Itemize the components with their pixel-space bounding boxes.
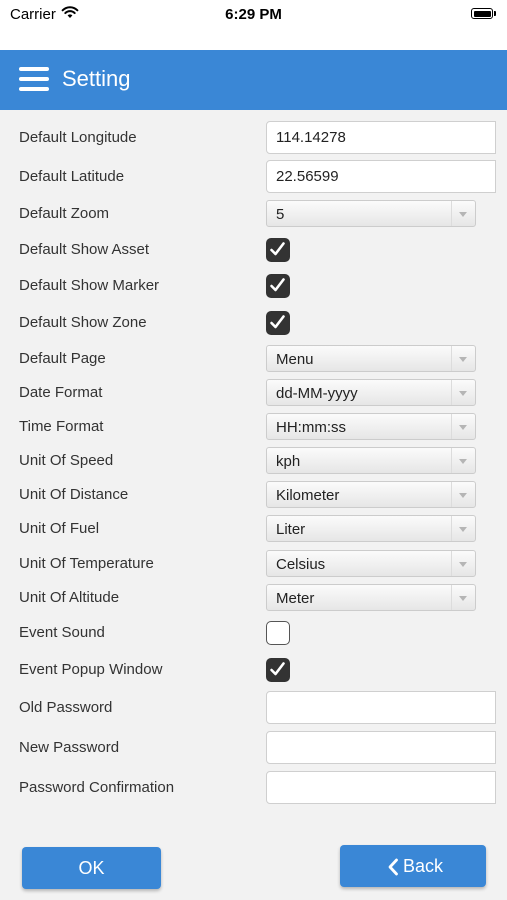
chevron-down-icon [451, 346, 475, 371]
page-title: Setting [62, 66, 131, 91]
longitude-input[interactable]: 114.14278 [266, 121, 496, 154]
time-format-value: HH:mm:ss [276, 419, 346, 436]
event-sound-checkbox[interactable] [266, 621, 290, 645]
password-confirmation-input[interactable] [266, 771, 496, 804]
unit-of-temperature-select[interactable]: Celsius [266, 550, 476, 577]
chevron-down-icon [451, 448, 475, 473]
label-old-password: Old Password [19, 699, 113, 716]
back-button-label: Back [402, 856, 444, 876]
checkmark-icon [270, 242, 285, 256]
checkmark-icon [270, 278, 285, 292]
latitude-input[interactable]: 22.56599 [266, 160, 496, 193]
unit-of-altitude-value: Meter [276, 590, 315, 607]
label-date-format: Date Format [19, 384, 103, 401]
unit-of-speed-value: kph [276, 453, 301, 470]
label-unit-of-fuel: Unit Of Fuel [19, 520, 100, 537]
chevron-down-icon [451, 585, 475, 610]
chevron-down-icon [451, 201, 475, 226]
default-show-zone-checkbox[interactable] [266, 311, 290, 335]
hamburger-menu-icon[interactable] [19, 67, 49, 91]
status-time: 6:29 PM [225, 6, 282, 23]
event-popup-window-checkbox[interactable] [266, 658, 290, 682]
new-password-input[interactable] [266, 731, 496, 764]
back-button[interactable]: Back [340, 845, 486, 887]
date-format-select[interactable]: dd-MM-yyyy [266, 379, 476, 406]
checkmark-icon [270, 315, 285, 329]
label-unit-of-temperature: Unit Of Temperature [19, 555, 154, 572]
battery-tip [494, 11, 496, 16]
default-page-value: Menu [276, 351, 314, 368]
unit-of-distance-select[interactable]: Kilometer [266, 481, 476, 508]
checkmark-icon [270, 662, 285, 676]
header-bar: Setting [0, 50, 507, 110]
default-show-marker-checkbox[interactable] [266, 274, 290, 298]
unit-of-speed-select[interactable]: kph [266, 447, 476, 474]
chevron-down-icon [451, 482, 475, 507]
chevron-down-icon [451, 551, 475, 576]
label-unit-of-speed: Unit Of Speed [19, 452, 114, 469]
label-default-show-asset: Default Show Asset [19, 241, 150, 258]
label-default-zoom: Default Zoom [19, 205, 110, 222]
date-format-value: dd-MM-yyyy [276, 385, 358, 402]
default-zoom-value: 5 [276, 206, 285, 223]
status-bar: Carrier 6:29 PM [0, 0, 507, 50]
label-event-sound: Event Sound [19, 624, 105, 641]
ok-button-label: OK [78, 858, 105, 878]
label-time-format: Time Format [19, 418, 104, 435]
label-default-show-marker: Default Show Marker [19, 277, 160, 294]
time-format-select[interactable]: HH:mm:ss [266, 413, 476, 440]
ok-button[interactable]: OK [22, 847, 161, 889]
label-unit-of-altitude: Unit Of Altitude [19, 589, 120, 606]
unit-of-distance-value: Kilometer [276, 487, 340, 504]
label-default-show-zone: Default Show Zone [19, 314, 147, 331]
label-default-longitude: Default Longitude [19, 129, 137, 146]
chevron-down-icon [451, 414, 475, 439]
label-default-latitude: Default Latitude [19, 168, 125, 185]
unit-of-altitude-select[interactable]: Meter [266, 584, 476, 611]
unit-of-fuel-value: Liter [276, 521, 306, 538]
default-zoom-select[interactable]: 5 [266, 200, 476, 227]
label-unit-of-distance: Unit Of Distance [19, 486, 129, 503]
chevron-down-icon [451, 516, 475, 541]
unit-of-fuel-select[interactable]: Liter [266, 515, 476, 542]
default-page-select[interactable]: Menu [266, 345, 476, 372]
default-show-asset-checkbox[interactable] [266, 238, 290, 262]
label-default-page: Default Page [19, 350, 106, 367]
label-password-confirmation: Password Confirmation [19, 779, 175, 796]
battery-icon [471, 8, 493, 19]
label-event-popup-window: Event Popup Window [19, 661, 163, 678]
label-new-password: New Password [19, 739, 120, 756]
unit-of-temperature-value: Celsius [276, 556, 326, 573]
old-password-input[interactable] [266, 691, 496, 724]
chevron-down-icon [451, 380, 475, 405]
